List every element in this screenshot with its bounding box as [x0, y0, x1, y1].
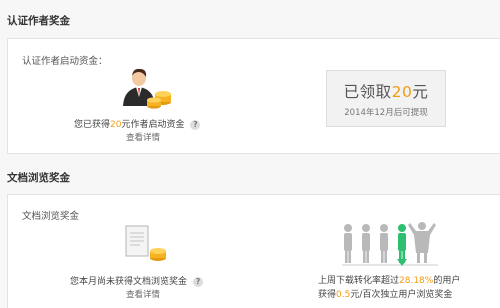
browse-bonus-rate-note: 获得0.5元/百次独立用户浏览奖金: [318, 290, 453, 300]
help-icon[interactable]: ?: [193, 276, 204, 287]
author-bonus-panel: 认证作者启动资金： 您已获得20元作者启动资金? 查看详情 已领取20元 201…: [7, 38, 500, 154]
withdraw-date-note: 2014年12月后可提现: [344, 108, 428, 118]
claimed-amount: 已领取20元: [343, 83, 429, 101]
claimed-amount-box: 已领取20元 2014年12月后可提现: [326, 70, 446, 127]
author-bonus-detail-link[interactable]: 查看详情: [126, 131, 160, 143]
author-bonus-label: 认证作者启动资金：: [22, 56, 108, 67]
doc-browse-bonus-panel: 文档浏览奖金 您本月尚未获得文档浏览奖金? 查看详情 上周下载转化率超过28.1…: [7, 194, 500, 308]
section-title-doc-browse-bonus: 文档浏览奖金: [7, 172, 70, 184]
user-ranking-figures-icon: [342, 222, 438, 266]
doc-browse-bonus-notice: 您本月尚未获得文档浏览奖金?: [70, 274, 204, 287]
author-bonus-notice: 您已获得20元作者启动资金?: [74, 117, 201, 130]
section-title-author-bonus: 认证作者奖金: [7, 15, 70, 27]
doc-browse-bonus-detail-link[interactable]: 查看详情: [126, 288, 160, 300]
help-icon[interactable]: ?: [190, 119, 201, 130]
doc-browse-bonus-label: 文档浏览奖金: [22, 211, 80, 222]
weekly-conversion-note: 上周下载转化率超过28.18%的用户: [318, 276, 461, 286]
document-coins-icon: [125, 225, 166, 261]
businessman-coins-icon: [123, 68, 171, 109]
